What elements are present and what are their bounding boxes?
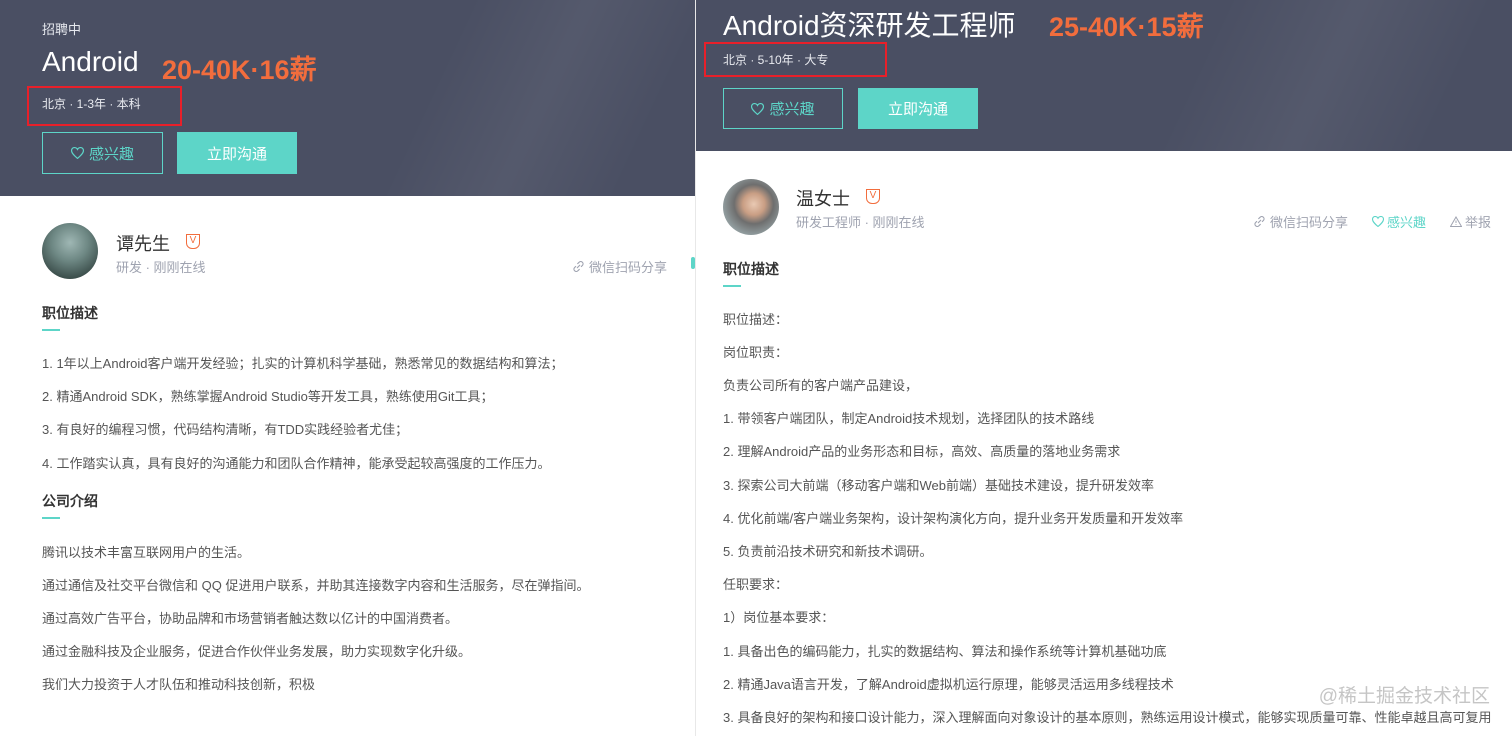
recruiter-avatar: [42, 223, 98, 279]
heart-icon: [1372, 216, 1384, 227]
highlight-box: [704, 42, 887, 77]
report-link[interactable]: 举报: [1450, 212, 1491, 231]
desc-line: 1. 具备出色的编码能力，扎实的数据结构、算法和操作系统等计算机基础功底: [723, 644, 1167, 659]
desc-line: 3. 具备良好的架构和接口设计能力，深入理解面向对象设计的基本原则，熟练运用设计…: [723, 710, 1492, 725]
job-header: Android资深研发工程师 25-40K·15薪 北京 · 5-10年 · 大…: [695, 0, 1512, 151]
warning-icon: [1450, 216, 1462, 227]
job-title: Android: [42, 46, 139, 77]
company-line: 通过通信及社交平台微信和 QQ 促进用户联系，并助其连接数字内容和生活服务，尽在…: [42, 578, 590, 593]
desc-line: 任职要求：: [723, 577, 789, 592]
desc-line: 4. 工作踏实认真，具有良好的沟通能力和团队合作精神，能承受起较高强度的工作压力…: [42, 456, 551, 471]
report-label: 举报: [1465, 215, 1492, 230]
interest-button[interactable]: 感兴趣: [42, 132, 163, 174]
desc-line: 负责公司所有的客户端产品建设，: [723, 378, 919, 393]
interest-button-label: 感兴趣: [88, 145, 134, 163]
share-link[interactable]: 微信扫码分享: [1253, 212, 1348, 231]
job-salary: 25-40K·15薪: [1049, 12, 1204, 42]
panel-divider: [695, 0, 696, 736]
recruiter-meta: 研发工程师 · 刚刚在线: [796, 215, 925, 230]
verified-badge-icon: V: [186, 234, 200, 249]
job-header: 招聘中 Android 20-40K·16薪 北京 · 1-3年 · 本科 感兴…: [0, 0, 695, 196]
desc-line: 1）岗位基本要求：: [723, 610, 835, 625]
recruiter-name: 温女士: [796, 189, 850, 209]
heart-icon: [70, 147, 84, 159]
link-icon: [1254, 216, 1265, 227]
share-label: 微信扫码分享: [589, 260, 668, 275]
share-label: 微信扫码分享: [1270, 215, 1349, 230]
company-line: 我们大力投资于人才队伍和推动科技创新，积极: [42, 677, 316, 692]
section-underline: [42, 517, 60, 519]
desc-line: 2. 精通Android SDK，熟练掌握Android Studio等开发工具…: [42, 389, 494, 404]
section-title-company: 公司介绍: [42, 493, 98, 509]
verified-badge-icon: V: [866, 189, 880, 204]
desc-line: 岗位职责：: [723, 345, 789, 360]
recruiter-avatar: [723, 179, 779, 235]
link-icon: [573, 261, 584, 272]
interest-link[interactable]: 感兴趣: [1372, 212, 1426, 231]
company-line: 腾讯以技术丰富互联网用户的生活。: [42, 545, 251, 560]
company-line: 通过金融科技及企业服务，促进合作伙伴业务发展，助力实现数字化升级。: [42, 644, 472, 659]
section-underline: [723, 285, 741, 287]
desc-line: 3. 探索公司大前端（移动客户端和Web前端）基础技术建设，提升研发效率: [723, 478, 1154, 493]
desc-line: 1. 1年以上Android客户端开发经验；扎实的计算机科学基础，熟悉常见的数据…: [42, 356, 564, 371]
heart-icon: [751, 102, 765, 115]
chat-now-button[interactable]: 立即沟通: [177, 132, 297, 174]
desc-line: 4. 优化前端/客户端业务架构，设计架构演化方向，提升业务开发质量和开发效率: [723, 511, 1184, 526]
watermark: @稀土掘金技术社区: [1318, 686, 1490, 707]
section-underline: [42, 329, 60, 331]
company-line: 通过高效广告平台，协助品牌和市场营销者触达数以亿计的中国消费者。: [42, 611, 459, 626]
job-status: 招聘中: [42, 22, 82, 37]
share-link[interactable]: 微信扫码分享: [572, 257, 667, 276]
recruiter-name: 谭先生: [116, 234, 170, 254]
chat-now-button[interactable]: 立即沟通: [858, 88, 978, 129]
interest-link-label: 感兴趣: [1387, 215, 1427, 230]
job-salary: 20-40K·16薪: [162, 55, 317, 85]
section-title-job-desc: 职位描述: [723, 261, 779, 277]
interest-button-label: 感兴趣: [769, 101, 815, 118]
interest-button[interactable]: 感兴趣: [723, 88, 843, 129]
section-title-job-desc: 职位描述: [42, 305, 98, 321]
right-job-panel: Android资深研发工程师 25-40K·15薪 北京 · 5-10年 · 大…: [695, 0, 1512, 736]
job-title: Android资深研发工程师: [723, 10, 1016, 41]
recruiter-meta: 研发 · 刚刚在线: [116, 260, 206, 275]
desc-line: 职位描述：: [723, 312, 789, 327]
desc-line: 2. 理解Android产品的业务形态和目标，高效、高质量的落地业务需求: [723, 444, 1121, 459]
desc-line: 1. 带领客户端团队，制定Android技术规划，选择团队的技术路线: [723, 411, 1095, 426]
left-job-panel: 招聘中 Android 20-40K·16薪 北京 · 1-3年 · 本科 感兴…: [0, 0, 695, 736]
desc-line: 2. 精通Java语言开发，了解Android虚拟机运行原理，能够灵活运用多线程…: [723, 677, 1174, 692]
desc-line: 5. 负责前沿技术研究和新技术调研。: [723, 544, 933, 559]
desc-line: 3. 有良好的编程习惯，代码结构清晰，有TDD实践经验者尤佳；: [42, 422, 409, 437]
highlight-box: [27, 86, 182, 126]
